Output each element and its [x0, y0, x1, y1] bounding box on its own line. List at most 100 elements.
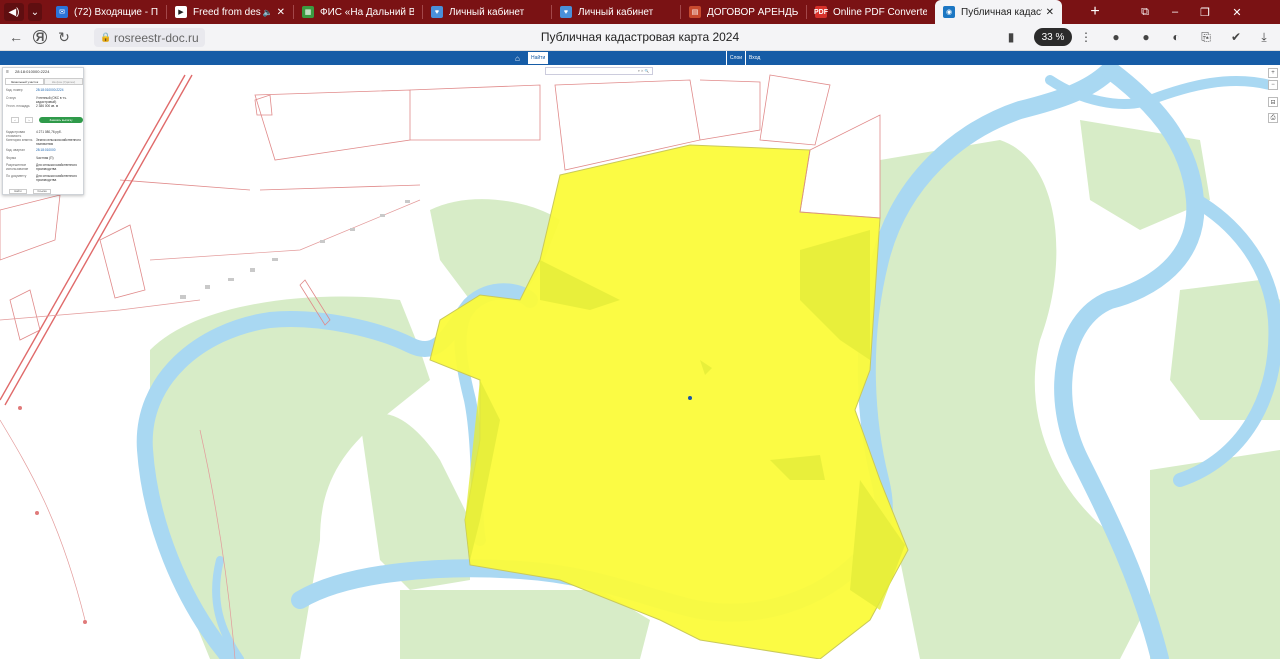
tab-search[interactable]: Найти — [528, 52, 549, 64]
extension-icon-1[interactable]: ● — [1106, 27, 1126, 47]
tab-strip: ◀) ⌄ ✉ (72) Входящие - Почта Mail ▶ Freed f… — [0, 0, 1280, 24]
tab-title: Публичная кадастровая — [961, 6, 1042, 18]
panel-link-button[interactable]: Ссылка — [33, 189, 51, 194]
tab-favicon-icon: ▦ — [302, 6, 314, 18]
panel-find-button[interactable]: Найти — [9, 189, 27, 194]
order-extract-button[interactable]: Заказать выписку — [39, 117, 83, 123]
next-icon[interactable]: › — [25, 117, 33, 123]
downloads-icon[interactable]: ⤓ — [1254, 27, 1274, 47]
layers-label: Слои — [729, 55, 743, 61]
panel-row: Категория земель Земли сельскохозяйственн… — [6, 138, 84, 146]
panel-row-value: Для сельскохозяйственного производства — [36, 163, 78, 171]
layers-button[interactable]: Слои — [726, 51, 746, 65]
tab-6[interactable]: ▤ ДОГОВОР АРЕНДЫ — [681, 0, 806, 24]
tab-title: (72) Входящие - Почта Mail — [74, 6, 158, 18]
panel-row-key: Статус — [6, 96, 17, 100]
parcel-info-panel: ≡ 28:18:010000:2224 Земельный участок На… — [2, 67, 84, 195]
panel-row-value: 4 271 080,76 руб. — [36, 130, 62, 134]
panel-row-key: Кадастровая стоимость — [6, 130, 26, 138]
audio-icon[interactable]: ◀) — [4, 3, 24, 21]
panel-row-value: Учтенный (ОКС в т.ч. кадастровый) — [36, 96, 68, 104]
panel-row-value: Земли сельскохозяйственного назначения — [36, 138, 81, 146]
extension-icon-3[interactable]: ◐ — [1166, 27, 1186, 47]
tab-title: Личный кабинет — [449, 6, 525, 18]
site-header: ⌂ Найти Слои Вход — [0, 51, 1280, 65]
panel-row-key: Категория земель — [6, 138, 33, 142]
panel-row-value[interactable]: 28:18:010000 — [36, 148, 84, 152]
close-tab-icon[interactable]: ✕ — [1046, 7, 1054, 18]
tab-title: Online PDF Converter - Fr — [833, 6, 927, 18]
tab-manager-icon[interactable]: ⧉ — [1130, 0, 1160, 24]
new-tab-button[interactable]: + — [1080, 0, 1110, 24]
extension-icon-4[interactable]: ⎘ — [1196, 27, 1216, 47]
panel-row: Уточн. площадь 2 386 000 кв. м — [6, 104, 84, 108]
tab-3[interactable]: ▦ ФИС «На Дальний Восток» — [294, 0, 422, 24]
tab-land-plot[interactable]: Земельный участок — [5, 78, 44, 85]
tab-list-chevron-icon[interactable]: ⌄ — [28, 3, 42, 21]
ruler-icon[interactable]: ⊟ — [1268, 97, 1278, 107]
settlement — [180, 200, 410, 299]
panel-row-value: Частная (П) — [36, 156, 54, 160]
prev-icon[interactable]: ‹ — [11, 117, 19, 123]
zoom-out-icon[interactable]: − — [1268, 80, 1278, 90]
tab-favicon-icon: ♥ — [431, 6, 443, 18]
panel-row: Разрешенное использование Для сельскохозя… — [6, 163, 84, 171]
zoom-badge[interactable]: 33 % — [1034, 28, 1072, 46]
tab-4[interactable]: ♥ Личный кабинет — [423, 0, 551, 24]
tab-8[interactable]: ◉ Публичная кадастровая ✕ — [935, 0, 1062, 24]
tab-title: Личный кабинет — [578, 6, 654, 18]
panel-row: Кад. номер 28:18:010000:2224 — [6, 88, 84, 92]
maximize-button[interactable]: ❐ — [1190, 0, 1220, 24]
back-icon[interactable]: ← — [4, 25, 28, 49]
tab-favicon-icon: ▤ — [689, 6, 701, 18]
tab-favicon-icon: PDF — [814, 6, 828, 18]
close-window-button[interactable]: ✕ — [1222, 0, 1252, 24]
home-icon[interactable]: ⌂ — [515, 52, 520, 64]
panel-row-key: По документу — [6, 174, 27, 178]
zoom-label: 33 % — [1041, 31, 1065, 43]
more-icon[interactable]: ⋮ — [1076, 27, 1096, 47]
panel-tabs: Земельный участок На фон (Удален) — [5, 78, 83, 85]
login-button[interactable]: Вход — [749, 52, 760, 64]
tab-background[interactable]: На фон (Удален) — [44, 78, 83, 85]
extension-icon-2[interactable]: ● — [1136, 27, 1156, 47]
tab-favicon-icon: ◉ — [943, 6, 955, 18]
extension-icon-5[interactable]: ✔ — [1226, 27, 1246, 47]
lock-icon: 🔒 — [100, 32, 112, 42]
panel-row-key: Кад. квартал — [6, 148, 25, 152]
search-tab-label: Найти — [531, 55, 546, 61]
forest-right-bottom — [1150, 450, 1280, 659]
tab-1[interactable]: ✉ (72) Входящие - Почта Mail — [48, 0, 166, 24]
panel-row-key: Уточн. площадь — [6, 104, 30, 108]
minimize-button[interactable]: – — [1160, 0, 1190, 24]
panel-row: Форма Частная (П) — [6, 156, 84, 160]
panel-row: Кад. квартал 28:18:010000 — [6, 148, 84, 152]
tab-2[interactable]: ▶ Freed from desire🔈 ✕ — [167, 0, 293, 24]
panel-row: Статус Учтенный (ОКС в т.ч. кадастровый) — [6, 96, 84, 104]
bookmark-icon[interactable]: ▮ — [1001, 27, 1021, 47]
panel-row-key: Разрешенное использование — [6, 163, 29, 171]
tab-favicon-icon: ✉ — [56, 6, 68, 18]
panel-menu-icon[interactable]: ≡ — [6, 69, 9, 75]
forest-right-big — [870, 140, 1140, 659]
reload-icon[interactable]: ↻ — [52, 25, 76, 49]
login-label: Вход — [749, 55, 761, 61]
zoom-in-icon[interactable]: + — [1268, 68, 1278, 78]
tab-title: ДОГОВОР АРЕНДЫ — [707, 6, 798, 18]
url-field[interactable]: 🔒 rosreestr-doc.ru — [94, 28, 205, 47]
close-tab-icon[interactable]: ✕ — [277, 7, 285, 18]
map-search-hint: ▾ ✕ 🔍 — [638, 69, 649, 73]
yandex-icon[interactable]: Я — [33, 30, 47, 44]
panel-row-key: Форма — [6, 156, 16, 160]
print-icon[interactable]: ⎙ — [1268, 113, 1278, 123]
panel-cad-number: 28:18:010000:2224 — [15, 69, 50, 74]
tabs: ✉ (72) Входящие - Почта Mail ▶ Freed from d… — [48, 0, 1062, 24]
panel-row-key: Кад. номер — [6, 88, 23, 92]
address-bar: ← Я ↻ 🔒 rosreestr-doc.ru Публичная кадас… — [0, 24, 1280, 51]
panel-row-value[interactable]: 28:18:010000:2224 — [36, 88, 84, 92]
tab-5[interactable]: ♥ Личный кабинет — [552, 0, 680, 24]
map-canvas[interactable] — [0, 65, 1280, 659]
map-search-input[interactable]: ▾ ✕ 🔍 — [545, 67, 653, 75]
tab-audio-icon[interactable]: 🔈 — [263, 8, 273, 17]
tab-7[interactable]: PDF Online PDF Converter - Fr — [807, 0, 935, 24]
